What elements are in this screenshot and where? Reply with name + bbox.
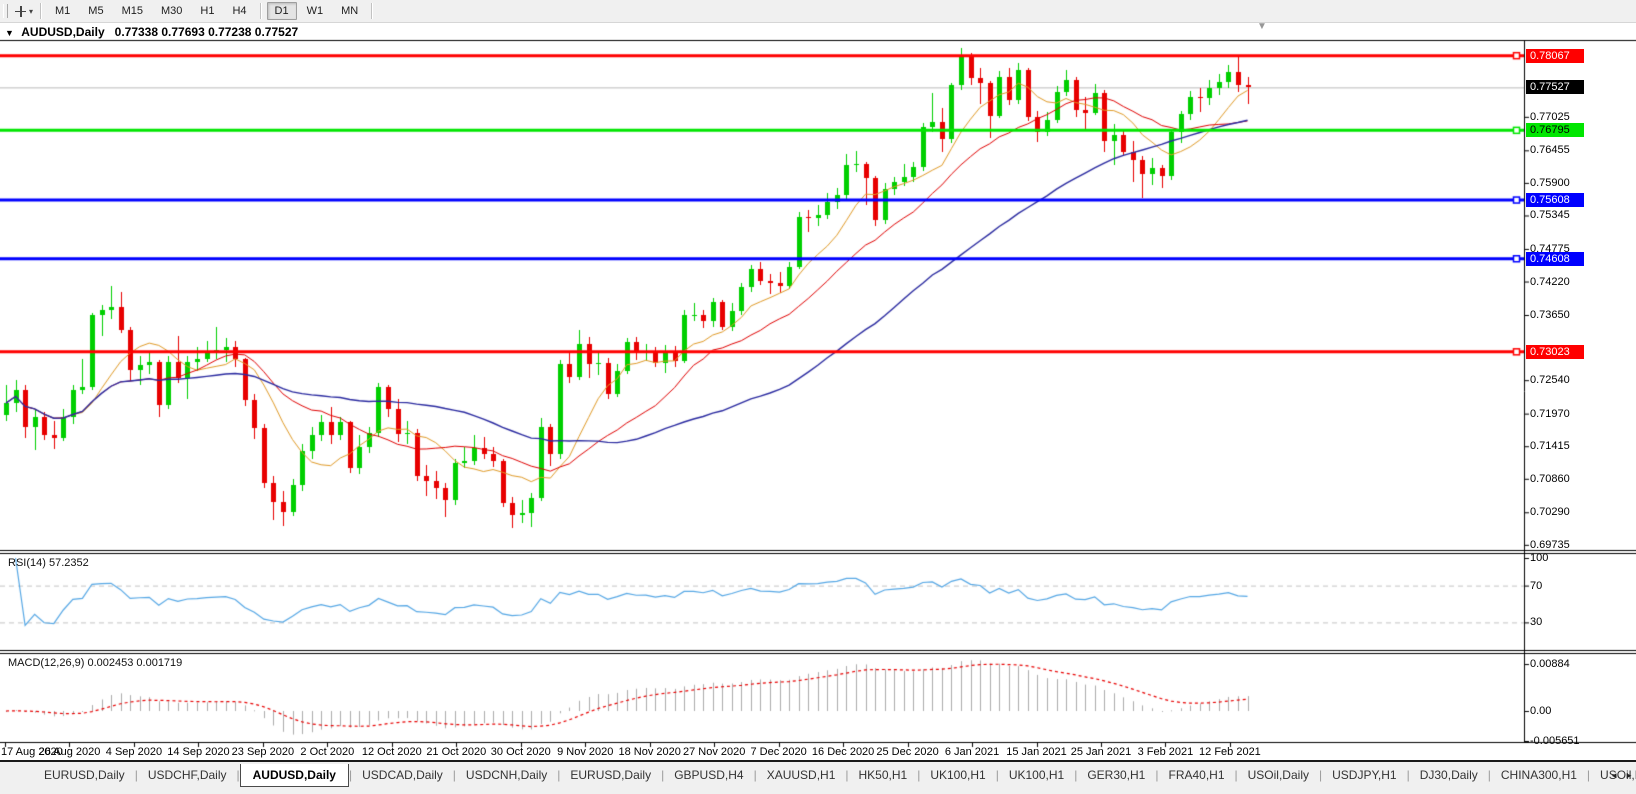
date-axis-label: 25 Dec 2020 [876, 746, 938, 758]
toolbar: ▾ M1M5M15M30H1H4 D1W1MN [0, 0, 1636, 23]
chart-tab-hk50-h1[interactable]: HK50,H1 [849, 764, 918, 786]
rsi-axis-tick: 100 [1530, 552, 1548, 564]
chart-tab-usdcad-daily[interactable]: USDCAD,Daily [352, 764, 453, 786]
price-chart-canvas[interactable] [0, 0, 1636, 794]
chart-tab-china300-h1[interactable]: CHINA300,H1 [1491, 764, 1587, 786]
tab-scroll-left-icon[interactable]: ◄ [1610, 771, 1618, 780]
chart-tab-bar: EURUSD,Daily|USDCHF,Daily|AUDUSD,Daily|U… [0, 760, 1636, 794]
timeframe-button-d1[interactable]: D1 [267, 2, 297, 20]
price-axis-tick: 0.76455 [1530, 144, 1570, 156]
tab-scroll-arrows: ◄ ► [1610, 771, 1633, 780]
timeframe-button-m1[interactable]: M1 [47, 2, 78, 20]
timeframe-button-h4[interactable]: H4 [224, 2, 254, 20]
tab-scroll-right-icon[interactable]: ► [1625, 771, 1633, 780]
rsi-axis-tick: 70 [1530, 580, 1542, 592]
date-axis-label: 2 Oct 2020 [300, 746, 354, 758]
chart-tabs: EURUSD,Daily|USDCHF,Daily|AUDUSD,Daily|U… [34, 762, 1636, 788]
date-axis-label: 18 Nov 2020 [618, 746, 680, 758]
hline-price-label: 0.74608 [1526, 252, 1584, 266]
toolbar-drag-grip[interactable] [3, 4, 8, 18]
timeframe-button-m5[interactable]: M5 [80, 2, 111, 20]
macd-axis-tick: 0.00884 [1530, 658, 1570, 670]
date-axis-label: 15 Jan 2021 [1006, 746, 1067, 758]
toolbar-separator [371, 3, 373, 19]
date-axis-label: 4 Sep 2020 [106, 746, 162, 758]
price-axis-tick: 0.72540 [1530, 374, 1570, 386]
price-axis-tick: 0.73650 [1530, 309, 1570, 321]
chart-tab-dj30-daily[interactable]: DJ30,Daily [1410, 764, 1488, 786]
date-axis-label: 25 Jan 2021 [1071, 746, 1132, 758]
chart-tab-eurusd-daily[interactable]: EURUSD,Daily [34, 764, 135, 786]
hline-price-label: 0.78067 [1526, 49, 1584, 63]
chart-title: ▼ AUDUSD,Daily 0.77338 0.77693 0.77238 0… [5, 25, 298, 39]
hline-price-label: 0.75608 [1526, 193, 1584, 207]
toolbar-separator [260, 3, 262, 19]
chart-tab-xauusd-h1[interactable]: XAUUSD,H1 [757, 764, 846, 786]
chart-tab-gbpusd-h4[interactable]: GBPUSD,H4 [664, 764, 753, 786]
date-axis-label: 7 Dec 2020 [750, 746, 806, 758]
timeframe-button-m15[interactable]: M15 [114, 2, 151, 20]
chart-tab-usdjpy-h1[interactable]: USDJPY,H1 [1322, 764, 1406, 786]
hline-price-label: 0.76795 [1526, 123, 1584, 137]
date-axis-label: 16 Dec 2020 [812, 746, 874, 758]
chart-tab-usoil-daily[interactable]: USOil,Daily [1238, 764, 1319, 786]
date-axis-label: 27 Nov 2020 [683, 746, 745, 758]
price-axis-tick: 0.75900 [1530, 177, 1570, 189]
macd-indicator-label: MACD(12,26,9) 0.002453 0.001719 [8, 657, 182, 669]
rsi-indicator-label: RSI(14) 57.2352 [8, 557, 89, 569]
dropdown-arrow-icon[interactable]: ▾ [29, 7, 33, 16]
collapse-arrow-icon[interactable]: ▼ [5, 28, 14, 38]
timeframe-button-w1[interactable]: W1 [299, 2, 332, 20]
date-axis-label: 14 Sep 2020 [167, 746, 229, 758]
chart-tab-eurusd-daily[interactable]: EURUSD,Daily [560, 764, 661, 786]
date-axis-label: 30 Oct 2020 [491, 746, 551, 758]
toolbar-separator [40, 3, 42, 19]
price-axis-tick: 0.70290 [1530, 506, 1570, 518]
date-axis-label: 23 Sep 2020 [232, 746, 294, 758]
price-axis-tick: 0.75345 [1530, 209, 1570, 221]
hline-price-label: 0.73023 [1526, 345, 1584, 359]
date-axis-label: 3 Feb 2021 [1138, 746, 1194, 758]
price-axis-tick: 0.71415 [1530, 440, 1570, 452]
price-axis-tick: 0.71970 [1530, 408, 1570, 420]
date-axis-label: 12 Feb 2021 [1199, 746, 1261, 758]
chart-symbol-period: AUDUSD,Daily [21, 25, 104, 39]
current-price-label: 0.77527 [1526, 80, 1584, 94]
chart-tab-fra40-h1[interactable]: FRA40,H1 [1158, 764, 1234, 786]
timeframe-button-h1[interactable]: H1 [192, 2, 222, 20]
chart-tab-uk100-h1[interactable]: UK100,H1 [920, 764, 995, 786]
chart-tab-usdcnh-daily[interactable]: USDCNH,Daily [456, 764, 557, 786]
chart-tab-ger30-h1[interactable]: GER30,H1 [1077, 764, 1155, 786]
date-axis-label: 9 Nov 2020 [557, 746, 613, 758]
crosshair-tool-icon[interactable] [14, 5, 27, 18]
macd-axis-tick: -0.005651 [1530, 735, 1580, 747]
date-axis-label: 21 Oct 2020 [426, 746, 486, 758]
timeframe-group-higher: D1W1MN [266, 2, 368, 20]
timeframe-button-m30[interactable]: M30 [153, 2, 190, 20]
price-axis-tick: 0.74220 [1530, 276, 1570, 288]
price-axis-tick: 0.69735 [1530, 539, 1570, 551]
timeframe-group-intraday: M1M5M15M30H1H4 [46, 2, 256, 20]
rsi-axis-tick: 30 [1530, 616, 1542, 628]
date-axis-label: 26 Aug 2020 [39, 746, 101, 758]
date-axis-label: 6 Jan 2021 [945, 746, 999, 758]
date-axis-label: 12 Oct 2020 [362, 746, 422, 758]
chart-ohlc-values: 0.77338 0.77693 0.77238 0.77527 [115, 25, 299, 39]
price-axis-tick: 0.70860 [1530, 473, 1570, 485]
chart-tab-audusd-daily[interactable]: AUDUSD,Daily [240, 764, 349, 787]
timeframe-button-mn[interactable]: MN [333, 2, 366, 20]
macd-axis-tick: 0.00 [1530, 705, 1551, 717]
price-axis-tick: 0.77025 [1530, 111, 1570, 123]
chart-tab-uk100-h1[interactable]: UK100,H1 [999, 764, 1074, 786]
chart-tab-usdchf-daily[interactable]: USDCHF,Daily [138, 764, 237, 786]
